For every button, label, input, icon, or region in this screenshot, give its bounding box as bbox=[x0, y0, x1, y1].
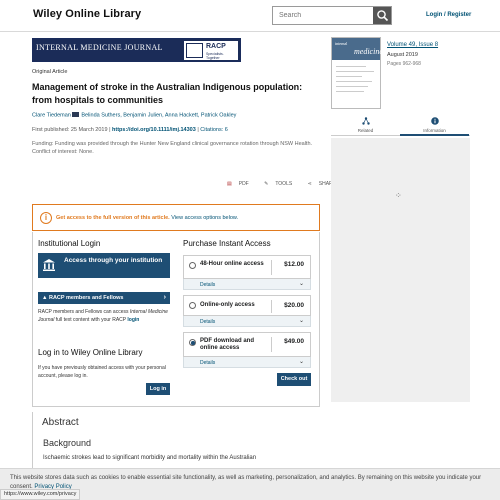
chevron-down-icon: ⌄ bbox=[298, 359, 304, 365]
abstract-text: Ischaemic strokes lead to significant mo… bbox=[43, 455, 257, 461]
radio-button-selected[interactable] bbox=[189, 339, 196, 346]
info-icon: i bbox=[40, 212, 52, 224]
first-published-date: 25 March 2019 bbox=[70, 127, 108, 133]
issue-volume-link[interactable]: Volume 49, Issue 8 bbox=[387, 42, 438, 48]
log-in-button[interactable]: Log in bbox=[146, 383, 170, 395]
cover-word: medicine bbox=[354, 47, 383, 56]
details-toggle[interactable]: Details ⌄ bbox=[183, 279, 311, 290]
purchase-heading: Purchase Instant Access bbox=[183, 239, 271, 248]
journal-name: INTERNAL MEDICINE JOURNAL bbox=[36, 43, 163, 52]
cookie-text: This website stores data such as cookies… bbox=[10, 475, 482, 490]
details-toggle[interactable]: Details ⌄ bbox=[183, 316, 311, 327]
details-toggle[interactable]: Details ⌄ bbox=[183, 357, 311, 368]
option-name: PDF download and online access bbox=[200, 338, 254, 351]
site-logo[interactable]: Wiley Online Library bbox=[33, 8, 141, 20]
search-box bbox=[272, 6, 392, 25]
pdf-tool[interactable]: ▤ PDF bbox=[227, 181, 256, 187]
article-type: Original Article bbox=[32, 69, 68, 75]
search-button[interactable] bbox=[373, 7, 391, 24]
option-price: $12.00 bbox=[284, 261, 304, 268]
bank-icon bbox=[43, 259, 55, 271]
search-input[interactable] bbox=[273, 7, 374, 24]
first-published-label: First published: bbox=[32, 127, 70, 133]
author-link[interactable]: Benjamin Julien, bbox=[123, 113, 163, 119]
funding-text: Funding: Funding was provided through th… bbox=[32, 141, 313, 147]
conflict-text: Conflict of interest: None. bbox=[32, 148, 94, 155]
login-register-link[interactable]: Login / Register bbox=[426, 12, 471, 18]
tab-related[interactable]: Related bbox=[331, 114, 400, 136]
doi-link[interactable]: https://doi.org/10.1111/imj.14303 bbox=[112, 127, 196, 133]
racp-description: RACP members and Fellows can access Inte… bbox=[38, 309, 168, 323]
issue-pages: Pages 962-968 bbox=[387, 61, 421, 67]
loading-spinner-icon: ⁘ bbox=[395, 191, 402, 200]
cover-title: internal bbox=[335, 41, 348, 46]
search-icon bbox=[377, 10, 389, 22]
author-link[interactable]: Belinda Suthers, bbox=[81, 113, 121, 119]
funding-info: Funding: Funding was provided through th… bbox=[32, 141, 322, 156]
wrench-icon: ✎ bbox=[264, 181, 269, 187]
chevron-down-icon: ⌄ bbox=[298, 318, 304, 324]
publication-info: First published: 25 March 2019 | https:/… bbox=[32, 127, 228, 133]
pdf-icon: ▤ bbox=[227, 181, 232, 187]
author-list: Clare Tiedeman Belinda Suthers, Benjamin… bbox=[32, 112, 332, 119]
rail-content-panel: ⁘ bbox=[331, 138, 470, 402]
background-heading: Background bbox=[43, 438, 92, 448]
access-options-link[interactable]: View access options below. bbox=[171, 215, 238, 221]
option-price: $49.00 bbox=[284, 338, 304, 345]
racp-members-button[interactable]: ▲ RACP members and Fellows › bbox=[38, 292, 170, 304]
wiley-login-description: If you have previously obtained access w… bbox=[38, 365, 166, 379]
chevron-right-icon: › bbox=[163, 294, 166, 301]
mail-icon[interactable] bbox=[71, 112, 79, 117]
racp-tagline: Specialists. Together bbox=[206, 52, 224, 60]
radio-button[interactable] bbox=[189, 262, 196, 269]
institution-access-button[interactable]: Access through your institution bbox=[38, 253, 170, 278]
journal-banner[interactable]: INTERNAL MEDICINE JOURNAL RACP Specialis… bbox=[32, 38, 241, 62]
issue-cover[interactable]: internal medicine bbox=[331, 37, 383, 109]
institutional-login-heading: Institutional Login bbox=[38, 239, 101, 248]
status-bar-url: https://www.wiley.com/privacy bbox=[0, 489, 81, 500]
racp-logo: RACP Specialists. Together bbox=[184, 41, 238, 60]
check-out-button[interactable]: Check out bbox=[277, 373, 311, 386]
author-link[interactable]: Patrick Oakley bbox=[201, 113, 236, 119]
abstract-heading: Abstract bbox=[42, 417, 79, 428]
option-name: 48-Hour online access bbox=[200, 261, 264, 267]
access-notice: i Get access to the full version of this… bbox=[32, 204, 320, 231]
chevron-down-icon: ⌄ bbox=[298, 281, 304, 287]
radio-button[interactable] bbox=[189, 302, 196, 309]
network-icon bbox=[362, 117, 370, 125]
citations-link[interactable]: Citations: 6 bbox=[200, 127, 228, 133]
wiley-login-heading: Log in to Wiley Online Library bbox=[38, 348, 143, 357]
author-link[interactable]: Clare Tiedeman bbox=[32, 113, 71, 119]
purchase-option-pdf[interactable]: PDF download and online access $49.00 bbox=[183, 332, 311, 357]
purchase-option-online[interactable]: Online-only access $20.00 bbox=[183, 295, 311, 316]
option-name: Online-only access bbox=[200, 302, 255, 308]
article-title: Management of stroke in the Australian I… bbox=[32, 82, 303, 105]
tab-information[interactable]: Information bbox=[400, 114, 469, 136]
share-icon: ⋖ bbox=[307, 181, 312, 187]
access-message: Get access to the full version of this a… bbox=[56, 215, 239, 221]
bank-icon: ▲ bbox=[42, 295, 49, 301]
author-link[interactable]: Anna Hackett, bbox=[165, 113, 200, 119]
institution-access-label: Access through your institution bbox=[64, 257, 163, 264]
issue-date: August 2019 bbox=[387, 52, 418, 58]
racp-members-label: ▲ RACP members and Fellows bbox=[42, 295, 124, 301]
option-price: $20.00 bbox=[284, 302, 304, 309]
racp-title: RACP bbox=[206, 43, 226, 50]
purchase-option-48h[interactable]: 48-Hour online access $12.00 bbox=[183, 255, 311, 279]
racp-crest-icon bbox=[186, 43, 203, 58]
tools-tool[interactable]: ✎ TOOLS bbox=[264, 181, 299, 187]
racp-login-link[interactable]: login bbox=[127, 317, 139, 323]
top-bar: Wiley Online Library Login / Register bbox=[0, 0, 500, 32]
info-icon bbox=[431, 117, 439, 125]
rail-tabs: Related Information bbox=[331, 114, 470, 136]
